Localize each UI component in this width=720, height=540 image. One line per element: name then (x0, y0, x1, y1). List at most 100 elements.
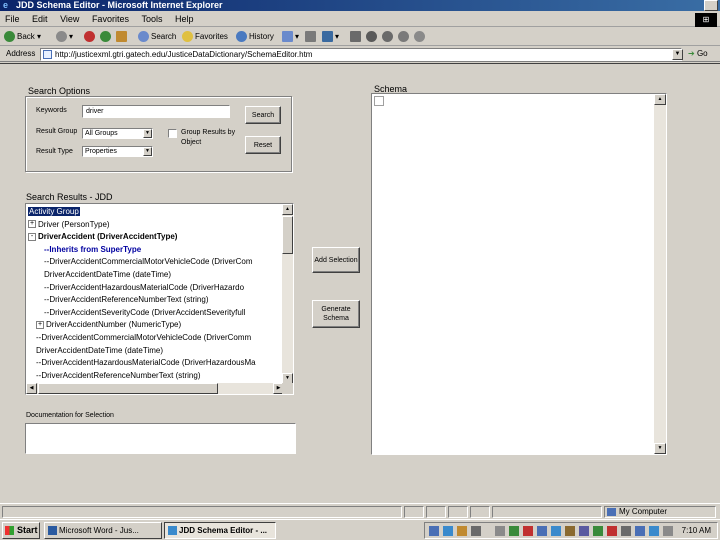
tree-row[interactable]: + Driver (PersonType) (28, 218, 110, 231)
tree-row[interactable]: --DriverAccidentHazardousMaterialCode (D… (44, 281, 244, 294)
go-arrow-icon: ➔ (688, 49, 695, 58)
tray-icon-15[interactable] (635, 526, 645, 536)
tray-icon-2[interactable] (443, 526, 453, 536)
tree-row[interactable]: --DriverAccidentSeverityCode (DriverAcci… (44, 306, 245, 319)
add-selection-button[interactable]: Add Selection (312, 247, 360, 273)
menu-file[interactable]: File (0, 12, 25, 27)
tray-icon-5[interactable] (495, 526, 505, 536)
history-button[interactable]: History (236, 30, 274, 44)
volume-icon[interactable] (663, 526, 673, 536)
menu-favorites[interactable]: Favorites (87, 12, 134, 27)
tray-icon-7[interactable] (523, 526, 533, 536)
tray-icon-3[interactable] (457, 526, 467, 536)
messenger-button[interactable] (366, 30, 379, 44)
menu-bar: File Edit View Favorites Tools Help ⊞ (0, 12, 720, 27)
tray-icon-13[interactable] (607, 526, 617, 536)
address-dropdown-button[interactable]: ▼ (672, 49, 683, 60)
collapse-icon[interactable]: - (28, 233, 36, 242)
expand-icon[interactable]: + (36, 321, 44, 330)
tray-icon-6[interactable] (509, 526, 519, 536)
research-icon (382, 31, 393, 43)
tray-icon-4[interactable] (471, 526, 481, 536)
search-button[interactable]: Search (245, 106, 281, 124)
refresh-button[interactable] (100, 30, 113, 44)
result-group-select[interactable]: All Groups ▼ (82, 128, 153, 139)
tree-row[interactable]: --DriverAccidentReferenceNumberText (str… (36, 369, 201, 382)
schema-textarea[interactable]: ▲ ▼ (371, 93, 667, 455)
status-bar: My Computer (0, 503, 720, 518)
scroll-left-button[interactable]: ◀ (26, 383, 37, 394)
menu-view[interactable]: View (55, 12, 84, 27)
history-icon (236, 31, 247, 43)
generate-schema-button[interactable]: Generate Schema (312, 300, 360, 328)
tray-icon-11[interactable] (579, 526, 589, 536)
print-button[interactable] (305, 30, 318, 44)
results-horizontal-scrollbar[interactable]: ◀ ▶ (26, 383, 284, 394)
window-title-bar[interactable]: e JDD Schema Editor - Microsoft Internet… (0, 0, 720, 11)
back-button[interactable]: Back ▾ (4, 30, 41, 44)
expand-icon[interactable]: + (28, 220, 36, 229)
related-icon (398, 31, 409, 43)
horizontal-scroll-thumb[interactable] (38, 383, 218, 394)
favorites-button[interactable]: Favorites (182, 30, 228, 44)
tray-icon-14[interactable] (621, 526, 631, 536)
menu-help[interactable]: Help (170, 12, 199, 27)
close-window-button[interactable] (704, 0, 718, 11)
tray-icon-16[interactable] (649, 526, 659, 536)
results-vertical-scrollbar[interactable]: ▲ ▼ (282, 204, 293, 384)
tree-row-label: DriverAccident (DriverAccidentType) (38, 232, 178, 242)
tree-row[interactable]: Activity Group (28, 205, 80, 218)
result-type-select[interactable]: Properties ▼ (82, 146, 153, 157)
address-input[interactable]: http://justicexml.gtri.gatech.edu/Justic… (40, 48, 682, 61)
tree-row[interactable]: --DriverAccidentCommercialMotorVehicleCo… (44, 255, 253, 268)
tree-row[interactable]: --DriverAccidentReferenceNumberText (str… (44, 293, 209, 306)
mail-button[interactable]: ▾ (282, 30, 299, 44)
search-button-toolbar[interactable]: Search (138, 30, 176, 44)
tree-row[interactable]: --DriverAccidentCommercialMotorVehicleCo… (36, 331, 251, 344)
menu-tools[interactable]: Tools (136, 12, 167, 27)
chat-icon (414, 31, 425, 43)
reset-button[interactable]: Reset (245, 136, 281, 154)
tree-row[interactable]: DriverAccidentDateTime (dateTime) (36, 344, 163, 357)
related-button[interactable] (398, 30, 411, 44)
documentation-textarea[interactable] (25, 423, 296, 454)
scroll-thumb[interactable] (282, 216, 293, 254)
keywords-input[interactable]: driver (82, 105, 230, 118)
discuss-icon (350, 31, 361, 43)
tree-row[interactable]: --Inherits from SuperType (44, 243, 141, 256)
tree-row-label: --DriverAccidentCommercialMotorVehicleCo… (44, 257, 253, 267)
schema-vertical-scrollbar[interactable]: ▲ ▼ (654, 94, 666, 454)
start-button[interactable]: Start (2, 522, 40, 539)
tree-row[interactable]: + DriverAccidentNumber (NumericType) (36, 318, 181, 331)
tray-icon-1[interactable] (429, 526, 439, 536)
home-button[interactable] (116, 30, 129, 44)
taskbar-word-button[interactable]: Microsoft Word - Jus... (44, 522, 162, 539)
menu-edit[interactable]: Edit (27, 12, 53, 27)
tree-row[interactable]: - DriverAccident (DriverAccidentType) (28, 230, 177, 243)
edit-button[interactable]: ▾ (322, 30, 339, 44)
chevron-down-icon: ▼ (143, 129, 152, 138)
go-button[interactable]: ➔ Go (688, 49, 708, 58)
schema-scroll-up-button[interactable]: ▲ (654, 94, 666, 105)
forward-button[interactable]: ▾ (56, 30, 73, 44)
stop-button[interactable] (84, 30, 97, 44)
status-cell-2 (404, 506, 424, 518)
computer-icon (607, 508, 616, 516)
research-button[interactable] (382, 30, 395, 44)
group-results-label: Group Results by Object (181, 129, 236, 146)
tree-row[interactable]: --DriverAccidentHazardousMaterialCode (D… (36, 356, 256, 369)
tray-icon-10[interactable] (565, 526, 575, 536)
tray-icon-8[interactable] (537, 526, 547, 536)
group-results-checkbox[interactable] (168, 129, 177, 138)
tray-icon-9[interactable] (551, 526, 561, 536)
address-bar: Address http://justicexml.gtri.gatech.ed… (0, 47, 720, 62)
schema-scroll-down-button[interactable]: ▼ (654, 443, 666, 454)
search-results-tree[interactable]: Activity Group + Driver (PersonType) - Drive… (25, 203, 294, 395)
chat-button[interactable] (414, 30, 427, 44)
tree-row[interactable]: DriverAccidentDateTime (dateTime) (44, 268, 171, 281)
status-cell-4 (448, 506, 468, 518)
discuss-button[interactable] (350, 30, 363, 44)
taskbar-ie-button[interactable]: JDD Schema Editor - ... (164, 522, 276, 539)
scroll-up-button[interactable]: ▲ (282, 204, 293, 215)
tray-icon-12[interactable] (593, 526, 603, 536)
